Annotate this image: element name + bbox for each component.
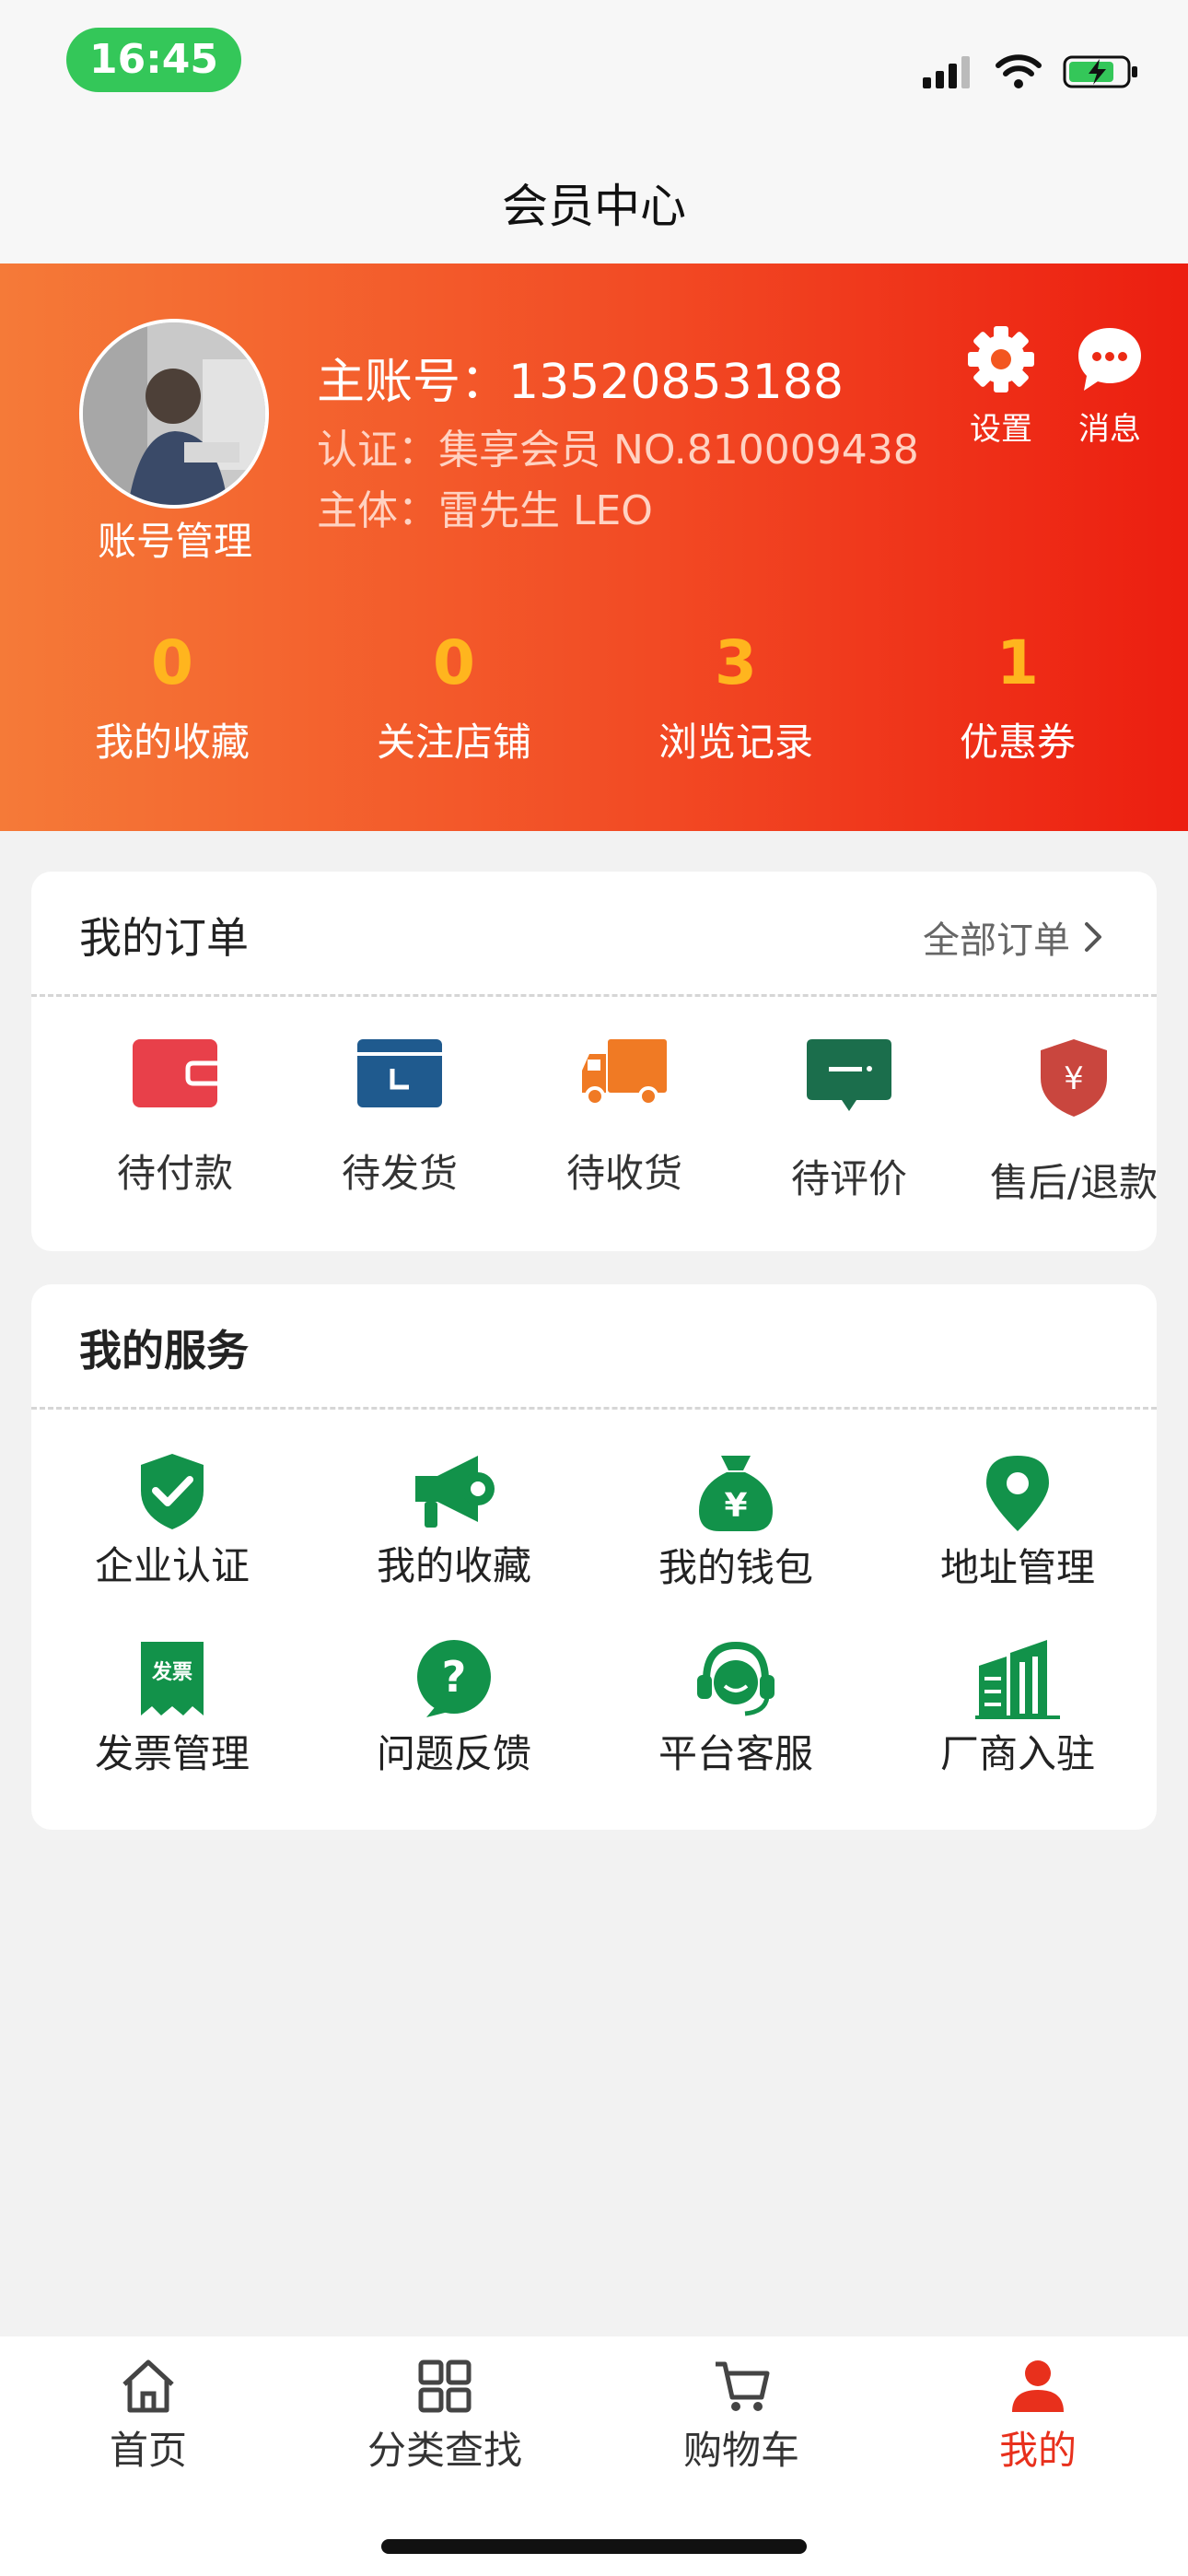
status-time: 16:45 xyxy=(66,28,241,92)
megaphone-icon xyxy=(415,1456,495,1528)
order-pending-receipt[interactable]: 待收货 xyxy=(512,1037,737,1199)
tab-label: 购物车 xyxy=(682,2428,799,2473)
money-bag-icon: ¥ xyxy=(699,1456,773,1531)
service-wallet[interactable]: ¥ 我的钱包 xyxy=(595,1452,877,1593)
all-orders-label: 全部订单 xyxy=(923,919,1070,962)
wallet-icon xyxy=(133,1039,217,1107)
grid-icon xyxy=(418,2359,472,2413)
tab-home[interactable]: 首页 xyxy=(0,2357,297,2476)
order-label: 待收货 xyxy=(565,1151,682,1196)
order-pending-payment[interactable]: 待付款 xyxy=(63,1037,287,1199)
service-label: 厂商入驻 xyxy=(939,1731,1095,1776)
tab-cart[interactable]: 购物车 xyxy=(593,2357,890,2476)
avatar[interactable] xyxy=(79,319,269,509)
stat-label: 关注店铺 xyxy=(376,720,531,765)
order-label: 待付款 xyxy=(116,1151,233,1196)
tab-label: 分类查找 xyxy=(367,2428,522,2473)
service-feedback[interactable]: ? 问题反馈 xyxy=(313,1638,595,1779)
service-label: 企业认证 xyxy=(94,1543,250,1588)
stat-coupons[interactable]: 1 优惠券 xyxy=(877,626,1159,767)
stat-value: 3 xyxy=(715,627,757,698)
stat-value: 0 xyxy=(151,627,193,698)
service-label: 平台客服 xyxy=(658,1731,813,1776)
order-after-sales[interactable]: ¥ 售后/退款 xyxy=(961,1037,1186,1208)
page-title: 会员中心 xyxy=(502,180,686,233)
svg-text:?: ? xyxy=(442,1652,467,1702)
invoice-badge-text: 发票 xyxy=(151,1660,192,1684)
package-icon xyxy=(357,1039,442,1107)
cart-icon xyxy=(716,2361,770,2411)
stat-label: 我的收藏 xyxy=(94,720,250,765)
tab-mine[interactable]: 我的 xyxy=(890,2357,1186,2476)
gear-icon xyxy=(968,326,1034,392)
order-label: 待评价 xyxy=(790,1156,907,1201)
profile-header: 账号管理 主账号：13520853188 认证：集享会员 NO.81000943… xyxy=(0,263,1188,831)
comment-icon xyxy=(807,1039,891,1111)
question-icon: ? xyxy=(417,1640,491,1717)
main-account-number: 主账号：13520853188 xyxy=(317,355,844,410)
account-manage-link[interactable]: 账号管理 xyxy=(64,510,285,567)
verified-shield-icon xyxy=(141,1454,204,1529)
order-pending-review[interactable]: 待评价 xyxy=(737,1037,961,1204)
service-label: 我的钱包 xyxy=(658,1545,813,1590)
service-customer-support[interactable]: 平台客服 xyxy=(595,1638,877,1779)
home-icon xyxy=(122,2359,174,2413)
service-favorites[interactable]: 我的收藏 xyxy=(313,1452,595,1591)
orders-card: 我的订单 全部订单 待付款 待发货 待收货 待评价 ¥ 售后/退款 xyxy=(31,872,1158,1251)
order-label: 售后/退款 xyxy=(989,1160,1159,1205)
tab-label: 首页 xyxy=(109,2428,187,2473)
refund-shield-icon: ¥ xyxy=(1041,1039,1107,1117)
user-icon xyxy=(1012,2360,1064,2412)
member-center-page: 16:45 会员中心 账号管理 主账号：13520853188 认证：集享会员 … xyxy=(0,0,1188,2576)
service-address[interactable]: 地址管理 xyxy=(877,1452,1159,1593)
all-orders-link[interactable]: 全部订单 xyxy=(923,910,1105,964)
order-pending-shipment[interactable]: 待发货 xyxy=(287,1037,512,1199)
service-label: 问题反馈 xyxy=(376,1731,531,1776)
svg-text:¥: ¥ xyxy=(1064,1060,1084,1097)
orders-card-header: 我的订单 全部订单 xyxy=(31,872,1157,997)
stat-value: 1 xyxy=(996,627,1039,698)
stat-value: 0 xyxy=(433,627,475,698)
wifi-icon xyxy=(996,54,1042,88)
service-enterprise-certification[interactable]: 企业认证 xyxy=(31,1452,313,1591)
services-card-header: 我的服务 xyxy=(31,1284,1157,1410)
settings-label: 设置 xyxy=(970,411,1032,448)
settings-button[interactable]: 设置 xyxy=(950,324,1052,449)
stat-favorites[interactable]: 0 我的收藏 xyxy=(31,626,313,767)
home-indicator xyxy=(381,2539,807,2554)
messages-label: 消息 xyxy=(1078,411,1141,448)
battery-charging-icon xyxy=(1063,55,1137,88)
service-invoice[interactable]: 发票 发票管理 xyxy=(31,1638,313,1779)
invoice-icon: 发票 xyxy=(141,1642,204,1715)
truck-icon xyxy=(582,1039,667,1107)
stat-followed-stores[interactable]: 0 关注店铺 xyxy=(313,626,595,767)
entity-info: 主体：雷先生 LEO xyxy=(317,487,653,534)
status-icons xyxy=(923,44,1140,100)
service-label: 我的收藏 xyxy=(376,1543,531,1588)
service-label: 发票管理 xyxy=(94,1731,250,1776)
tab-label: 我的 xyxy=(998,2428,1077,2473)
service-label: 地址管理 xyxy=(939,1545,1095,1590)
order-label: 待发货 xyxy=(341,1151,458,1196)
tab-categories[interactable]: 分类查找 xyxy=(297,2357,593,2476)
stat-label: 优惠券 xyxy=(959,720,1076,765)
stat-label: 浏览记录 xyxy=(658,720,813,765)
buildings-icon xyxy=(975,1640,1060,1719)
orders-title: 我的订单 xyxy=(79,913,249,963)
nav-bar: 会员中心 xyxy=(0,129,1188,263)
service-vendor-onboarding[interactable]: 厂商入驻 xyxy=(877,1638,1159,1779)
chevron-right-icon xyxy=(1085,922,1101,952)
certification-info: 认证：集享会员 NO.810009438 xyxy=(317,427,919,474)
location-pin-icon xyxy=(986,1456,1049,1531)
avatar-photo xyxy=(83,322,265,505)
stat-browse-history[interactable]: 3 浏览记录 xyxy=(595,626,877,767)
status-bar: 16:45 xyxy=(0,0,1188,129)
chat-bubble-icon xyxy=(1078,328,1141,391)
services-title: 我的服务 xyxy=(79,1326,249,1376)
headset-icon xyxy=(697,1641,775,1716)
signal-icon xyxy=(923,56,970,88)
svg-text:¥: ¥ xyxy=(724,1487,747,1525)
messages-button[interactable]: 消息 xyxy=(1059,324,1160,449)
services-card: 我的服务 企业认证 我的收藏 ¥ 我的钱包 地址管理 发票 发票管理 ? 问题反… xyxy=(31,1284,1157,1830)
